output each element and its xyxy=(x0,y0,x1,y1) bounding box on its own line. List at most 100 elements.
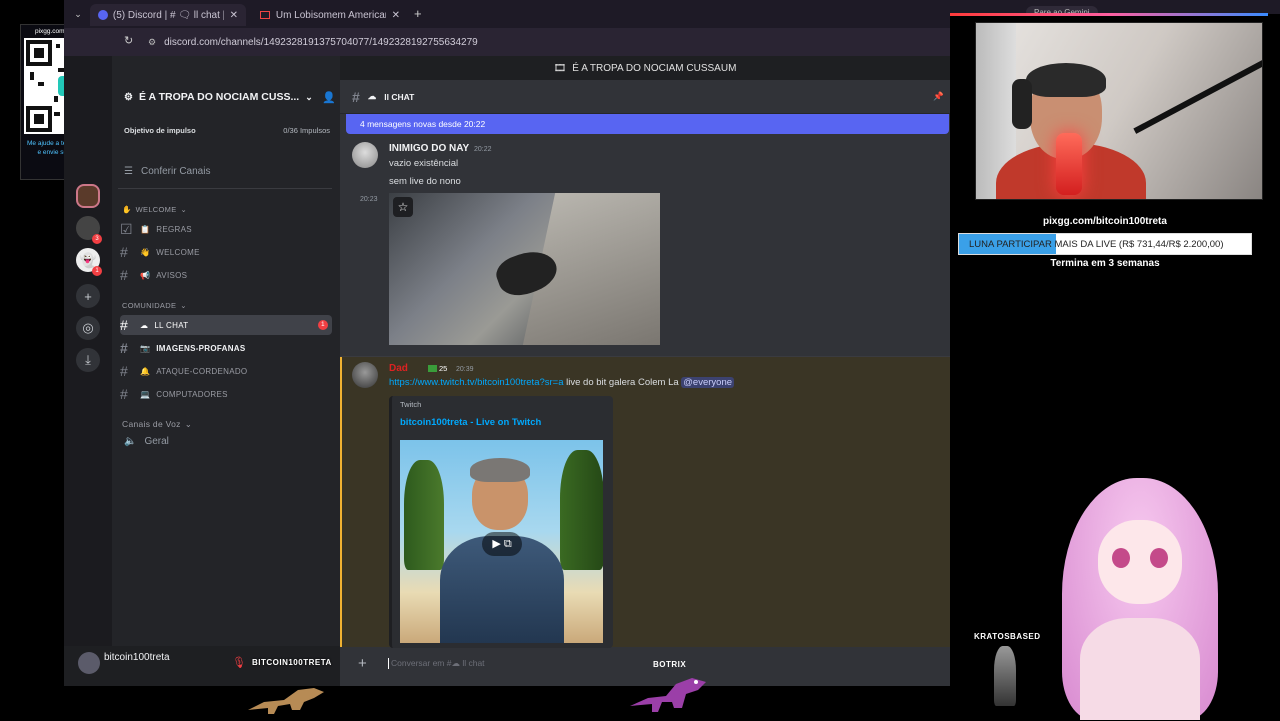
message-line: sem live do nono xyxy=(389,176,461,187)
server-header[interactable]: ⚙ É A TROPA DO NOCIAM CUSS... ⌄ 👤 xyxy=(124,88,336,106)
channel-chat[interactable]: # ☁ ll CHAT 1 xyxy=(120,315,332,335)
channel-welcome-label: WELCOME xyxy=(156,247,200,257)
bitcoin-name-tag: BITCOIN100TRETA xyxy=(251,658,332,667)
new-tab-button[interactable]: + xyxy=(414,6,422,21)
hash-icon: # xyxy=(120,363,129,379)
donation-goal-bar: LUNA PARTICIPAR MAIS DA LIVE (R$ 731,44/… xyxy=(958,233,1252,255)
vtuber-avatar xyxy=(1050,478,1230,720)
channel-regras[interactable]: ☑ 📋 REGRAS xyxy=(120,219,332,239)
channel-ataque[interactable]: # 🔔 ATAQUE-CORDENADO xyxy=(120,361,332,381)
streamer-hair xyxy=(1026,63,1106,97)
category-welcome[interactable]: ✋ WELCOME ⌄ xyxy=(122,205,187,214)
message-line: vazio existêncial xyxy=(389,158,459,169)
new-messages-banner[interactable]: 4 mensagens novas desde 20:22 xyxy=(346,114,949,134)
channel-regras-label: REGRAS xyxy=(156,224,192,234)
tab-list-button[interactable]: ⌄ xyxy=(70,6,86,22)
channel-computadores-label: COMPUTADORES xyxy=(156,389,228,399)
palm-shape xyxy=(404,460,444,570)
tab-lobisomem-label: Um Lobisomem Americano em xyxy=(275,9,386,21)
video-favicon-icon xyxy=(260,11,270,19)
channel-emoji-icon: ☁ xyxy=(140,320,149,330)
user-avatar[interactable] xyxy=(78,652,100,674)
reload-icon[interactable]: ↻ xyxy=(124,34,133,47)
channel-emoji-icon: ☁ xyxy=(367,91,377,101)
channel-computadores[interactable]: # 💻 COMPUTADORES xyxy=(120,384,332,404)
dino-sprite-purple xyxy=(626,672,710,716)
site-info-icon[interactable]: ⚙ xyxy=(148,37,156,48)
url-text: discord.com/channels/1492328191375704077… xyxy=(164,36,478,48)
play-icon[interactable]: ▶ ⧉ xyxy=(482,532,522,556)
tab-discord-label: (5) Discord | # 🗨 ll chat | É A TI xyxy=(112,9,224,21)
overlay-top-bar xyxy=(950,13,1268,16)
message-time: 20:39 xyxy=(456,366,474,373)
channel-emoji-icon: 📷 xyxy=(140,343,151,353)
chevron-down-icon: ⌄ xyxy=(180,205,188,214)
url-field[interactable]: ⚙ discord.com/channels/14923281913757040… xyxy=(148,32,948,52)
hash-icon: # xyxy=(120,267,129,283)
message-author[interactable]: INIMIGO DO NAY xyxy=(389,143,469,154)
boost-label: Objetivo de impulso xyxy=(124,126,196,135)
add-server-icon[interactable]: + xyxy=(76,284,100,308)
channel-welcome[interactable]: # 👋 WELCOME xyxy=(120,242,332,262)
pin-icon[interactable]: 📌 xyxy=(933,91,944,102)
browse-divider xyxy=(118,188,332,189)
channel-emoji-icon: 📋 xyxy=(140,224,151,234)
twitch-link[interactable]: https://www.twitch.tv/bitcoin100treta?sr… xyxy=(389,377,564,388)
hash-icon: # xyxy=(120,244,129,260)
category-comunidade[interactable]: COMUNIDADE ⌄ xyxy=(122,301,187,310)
browse-channels[interactable]: ☰ Conferir Canais xyxy=(124,162,210,180)
message-time: 20:22 xyxy=(474,146,492,153)
rules-icon: ☑ xyxy=(120,220,133,237)
chevron-down-icon: ⌄ xyxy=(305,91,313,102)
embed-thumbnail[interactable]: ▶ ⧉ xyxy=(400,440,603,643)
botrix-name-tag: BOTRIX xyxy=(653,660,687,669)
message-avatar[interactable] xyxy=(352,142,378,168)
embed-title[interactable]: bitcoin100treta - Live on Twitch xyxy=(400,417,541,428)
channel-emoji-icon: 👋 xyxy=(140,247,151,257)
boost-goal[interactable]: Objetivo de impulso 0/36 Impulsos xyxy=(124,126,330,140)
microphone-shape xyxy=(1056,133,1082,195)
favorite-star-icon[interactable]: ☆ xyxy=(393,197,413,217)
message-author[interactable]: Dad xyxy=(389,363,408,374)
message-image[interactable]: ☆ xyxy=(389,193,660,345)
invite-people-icon[interactable]: 👤 xyxy=(322,91,336,104)
category-voice-label: Canais de Voz xyxy=(122,419,181,429)
tab-close-icon[interactable]: ✕ xyxy=(392,10,400,21)
mute-mic-icon[interactable]: 🎙 xyxy=(232,656,246,669)
headphone-shape xyxy=(1012,79,1032,129)
new-messages-label: 4 mensagens novas desde 20:22 xyxy=(360,119,486,129)
server-icon-1[interactable] xyxy=(76,184,100,208)
speaker-icon: 🔈 xyxy=(124,436,137,447)
tab-close-icon[interactable]: ✕ xyxy=(230,10,238,21)
chevron-down-icon: ⌄ xyxy=(180,301,187,310)
message-input[interactable]: Conversar em #☁ ll chat xyxy=(388,658,638,669)
message-avatar[interactable] xyxy=(352,362,378,388)
channel-avisos[interactable]: # 📢 AVISOS xyxy=(120,265,332,285)
download-icon[interactable]: ⤓ xyxy=(76,348,100,372)
goal-ends: Termina em 3 semanas xyxy=(1050,258,1160,269)
level-value: 25 xyxy=(439,364,448,373)
hash-icon: # xyxy=(120,340,129,356)
goal-site: pixgg.com/bitcoin100treta xyxy=(1043,216,1167,227)
person-hair xyxy=(470,458,530,482)
chevron-down-icon: ⌄ xyxy=(184,419,193,429)
tab-lobisomem[interactable]: Um Lobisomem Americano em ✕ xyxy=(252,4,408,26)
tab-discord[interactable]: (5) Discord | # 🗨 ll chat | É A TI ✕ xyxy=(90,4,246,26)
chat-header: # ☁ ll CHAT 📌 xyxy=(340,80,950,114)
server-name: É A TROPA DO NOCIAM CUSS... xyxy=(138,91,300,103)
voice-channel-label: Geral xyxy=(144,436,169,447)
discover-icon[interactable]: ◎ xyxy=(76,316,100,340)
add-attachment-icon[interactable]: + xyxy=(358,655,367,672)
browse-channels-label: Conferir Canais xyxy=(140,165,211,177)
voice-channel-geral[interactable]: 🔈 Geral xyxy=(124,436,169,447)
mic-arm-shape xyxy=(1133,58,1262,134)
message-body: https://www.twitch.tv/bitcoin100treta?sr… xyxy=(389,377,735,388)
everyone-mention[interactable]: @everyone xyxy=(681,377,735,388)
vtuber-outfit xyxy=(1080,618,1200,720)
category-voice[interactable]: Canais de Voz ⌄ xyxy=(122,419,192,430)
channel-imagens[interactable]: # 📷 IMAGENS-PROFANAS xyxy=(120,338,332,358)
server-badge: 3 xyxy=(92,234,102,244)
vtuber-eye xyxy=(1150,548,1168,568)
channel-chat-label: ll CHAT xyxy=(154,320,189,330)
channel-emoji-icon: 📢 xyxy=(140,270,151,280)
